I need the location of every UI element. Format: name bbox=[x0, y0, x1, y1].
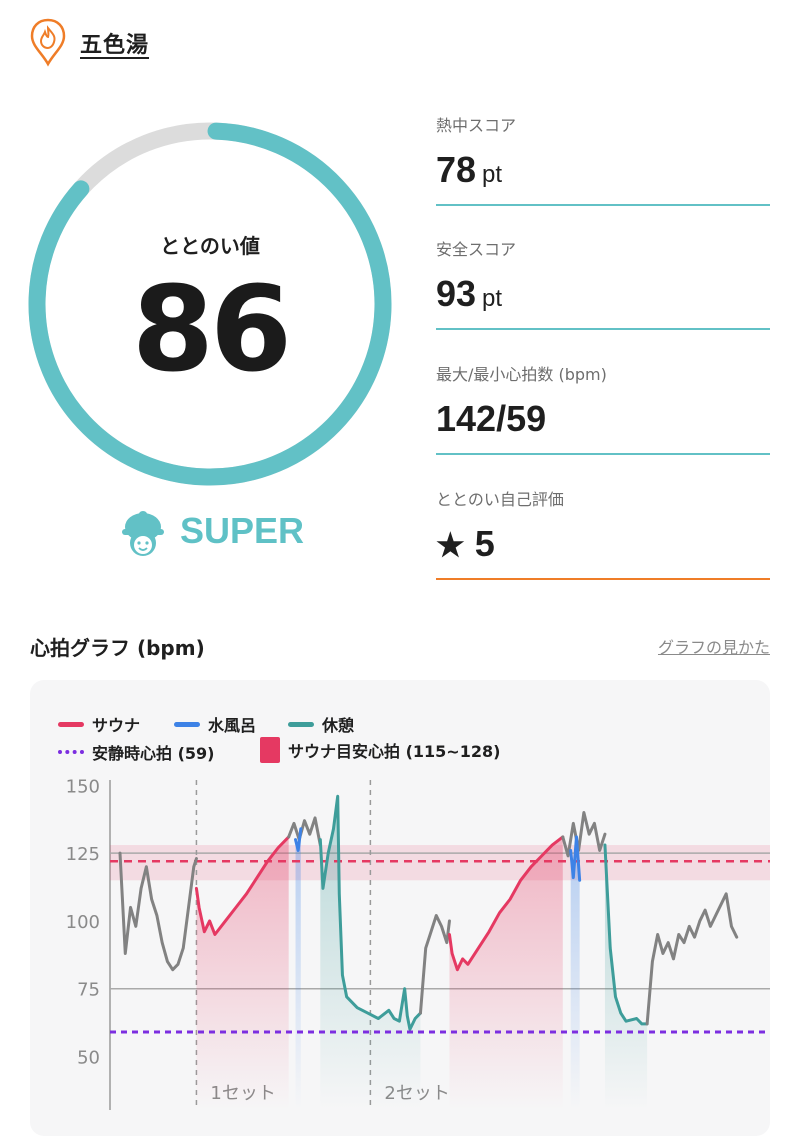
heart-rate-series bbox=[418, 914, 451, 1015]
divider bbox=[436, 328, 770, 330]
heat-score-value: 78 bbox=[436, 149, 477, 190]
heart-rate-series bbox=[645, 892, 739, 1026]
heat-score-unit: pt bbox=[482, 161, 503, 188]
safety-score-label: 安全スコア bbox=[436, 240, 517, 259]
sauna-hat-mascot-icon bbox=[122, 511, 164, 556]
facility-name[interactable]: 五色湯 bbox=[80, 27, 149, 59]
totonoi-label: ととのい値 bbox=[160, 234, 260, 258]
phase-fill bbox=[604, 845, 648, 1110]
rank-badge: SUPER bbox=[118, 505, 304, 557]
heat-score: 熱中スコア 78 pt bbox=[436, 112, 770, 208]
totonoi-value: 86 bbox=[131, 260, 292, 398]
y-tick-label: 75 bbox=[77, 980, 100, 1001]
divider bbox=[436, 453, 770, 455]
divider bbox=[436, 578, 770, 580]
heart-rate-series bbox=[287, 816, 322, 847]
safety-score: 安全スコア 93 pt bbox=[436, 236, 770, 332]
heart-rate-chart-card: サウナ 水風呂 休憩 安静時心拍 (59) サウナ目安心拍 (115~128) … bbox=[30, 680, 770, 1136]
divider bbox=[436, 204, 770, 206]
y-tick-label: 150 bbox=[66, 776, 100, 797]
heart-rate-range: 最大/最小心拍数 (bpm) 142/59 bbox=[436, 361, 770, 457]
graph-guide-link[interactable]: グラフの見かた bbox=[658, 634, 770, 658]
star-icon: ★ bbox=[436, 527, 465, 563]
y-tick-label: 125 bbox=[66, 844, 100, 865]
self-eval-label: ととのい自己評価 bbox=[436, 490, 564, 509]
y-tick-label: 100 bbox=[66, 912, 100, 933]
self-eval-value: 5 bbox=[474, 523, 495, 564]
self-evaluation: ととのい自己評価 ★ 5 bbox=[436, 486, 770, 582]
heart-rate-value: 142/59 bbox=[436, 398, 547, 439]
target-hr-band bbox=[110, 845, 770, 881]
y-tick-label: 50 bbox=[77, 1047, 100, 1068]
header: 五色湯 bbox=[30, 18, 149, 68]
sauna-pin-icon bbox=[30, 18, 66, 67]
heat-score-label: 熱中スコア bbox=[436, 116, 517, 135]
safety-score-value: 93 bbox=[436, 273, 477, 314]
safety-score-unit: pt bbox=[482, 285, 503, 312]
chart-title: 心拍グラフ (bpm) bbox=[30, 636, 205, 660]
heart-rate-chart: 15012510075501セット2セット bbox=[66, 776, 770, 1110]
heart-rate-label: 最大/最小心拍数 (bpm) bbox=[436, 365, 607, 384]
rank-label: SUPER bbox=[180, 510, 305, 551]
phase-fill bbox=[295, 828, 301, 1110]
